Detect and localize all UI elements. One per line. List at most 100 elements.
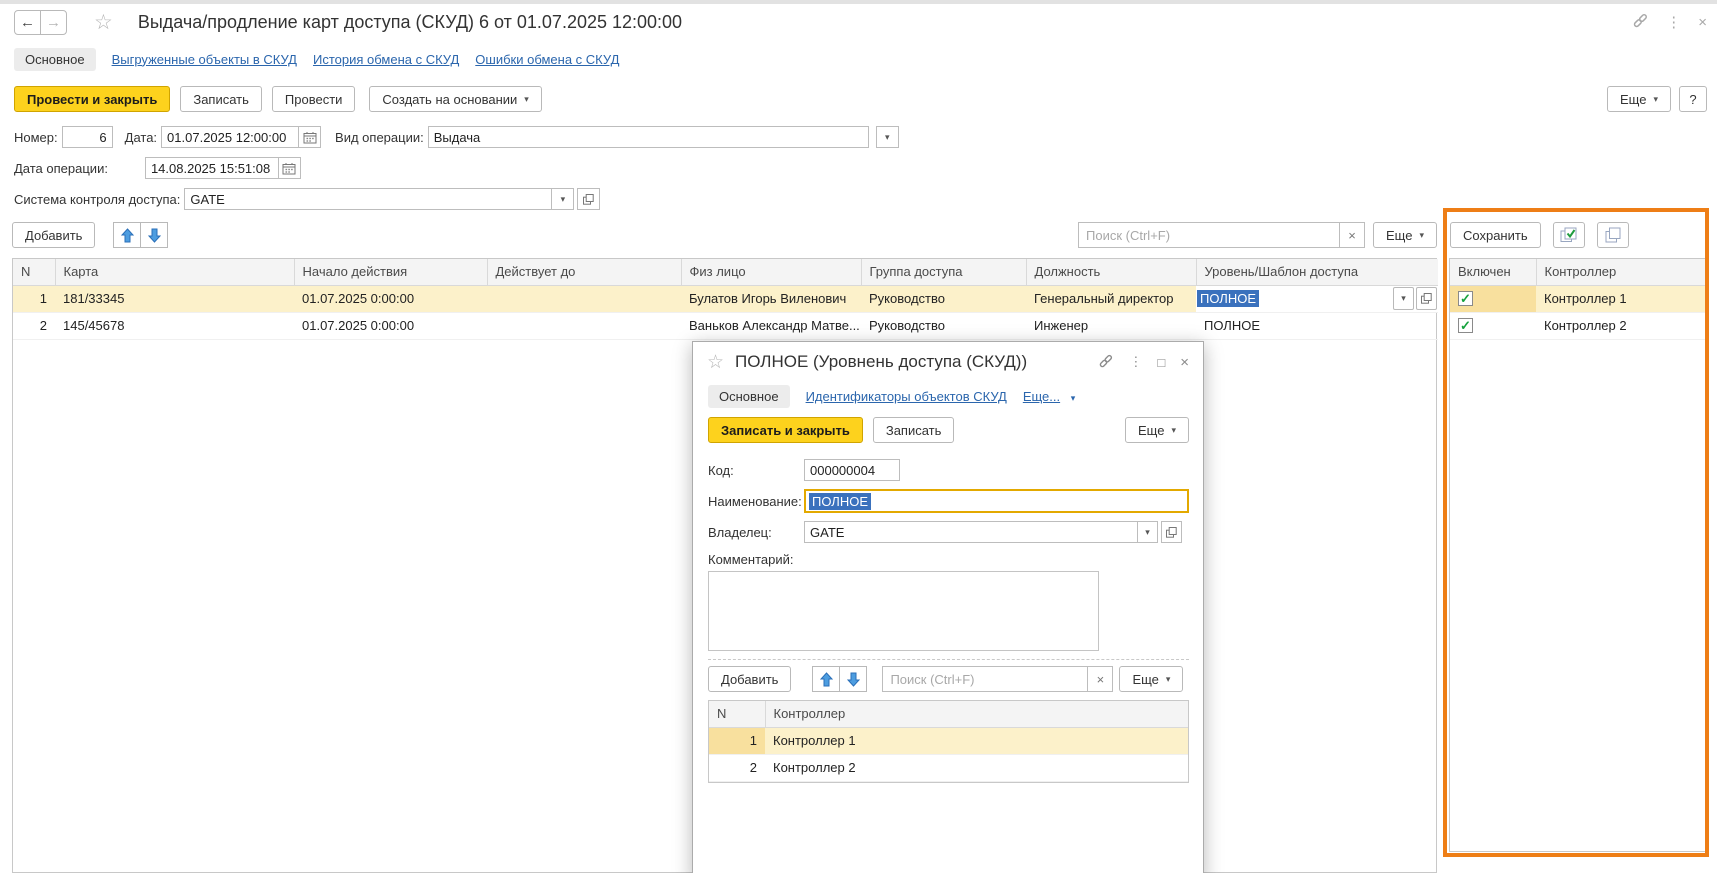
- forward-button[interactable]: →: [40, 10, 67, 35]
- dialog-tab-more[interactable]: Еще... ▾: [1023, 389, 1075, 404]
- table-row[interactable]: ✓ Контроллер 2: [1450, 312, 1706, 339]
- chevron-down-icon: ▾: [1401, 294, 1406, 303]
- favorite-star-icon[interactable]: ☆: [707, 351, 724, 374]
- dialog-add-row-button[interactable]: Добавить: [708, 666, 791, 692]
- col-until: Действует до: [487, 259, 681, 285]
- col-position: Должность: [1026, 259, 1196, 285]
- operation-date-label: Дата операции:: [14, 161, 108, 176]
- comment-textarea[interactable]: [708, 571, 1099, 651]
- dialog-controllers-table: N Контроллер 1 Контроллер 1 2 Контроллер…: [708, 700, 1189, 783]
- tab-link-exchange-history[interactable]: История обмена с СКУД: [313, 52, 459, 67]
- get-link-icon[interactable]: [1632, 12, 1649, 32]
- tab-main[interactable]: Основное: [14, 48, 96, 71]
- dialog-tab-identifiers[interactable]: Идентификаторы объектов СКУД: [806, 389, 1007, 404]
- operation-date-calendar-button[interactable]: [278, 157, 301, 179]
- controllers-toolbar: Сохранить: [1450, 222, 1629, 248]
- chevron-down-icon: ▾: [1171, 426, 1176, 435]
- check-all-icon: [1560, 227, 1577, 243]
- table-row[interactable]: 2 145/45678 01.07.2025 0:00:00 Ваньков А…: [13, 312, 1438, 339]
- comment-label: Комментарий:: [708, 552, 794, 567]
- move-up-button[interactable]: [113, 222, 141, 248]
- dialog-more-button[interactable]: Еще ▾: [1125, 417, 1189, 443]
- maximize-icon[interactable]: □: [1157, 355, 1165, 370]
- write-button[interactable]: Записать: [180, 86, 262, 112]
- post-and-close-button[interactable]: Провести и закрыть: [14, 86, 170, 112]
- back-button[interactable]: ←: [14, 10, 41, 35]
- acs-open-button[interactable]: [577, 188, 600, 210]
- level-editor-cell[interactable]: ПОЛНОЕ ▾: [1196, 285, 1438, 312]
- dialog-window-controls: ⋮ □ ×: [1098, 353, 1189, 372]
- code-field[interactable]: 000000004: [804, 459, 900, 481]
- acs-field[interactable]: GATE: [184, 188, 552, 210]
- operation-kind-dropdown-button[interactable]: ▾: [876, 126, 899, 148]
- move-down-button[interactable]: [140, 222, 168, 248]
- close-dialog-icon[interactable]: ×: [1180, 354, 1189, 371]
- controllers-table: Включен Контроллер ✓ Контроллер 1 ✓ Конт…: [1449, 258, 1707, 852]
- dialog-move-down-button[interactable]: [839, 666, 867, 692]
- uncheck-all-button[interactable]: [1597, 222, 1629, 248]
- chevron-down-icon: ▾: [1653, 95, 1658, 104]
- more-menu-icon[interactable]: ⋮: [1666, 13, 1681, 31]
- table-row[interactable]: ✓ Контроллер 1: [1450, 285, 1706, 312]
- owner-label: Владелец:: [708, 525, 804, 540]
- check-all-button[interactable]: [1553, 222, 1585, 248]
- chevron-down-icon: ▾: [885, 133, 890, 142]
- table-row[interactable]: 2 Контроллер 2: [709, 754, 1188, 781]
- create-based-on-button[interactable]: Создать на основании ▾: [369, 86, 541, 112]
- arrow-up-icon: [820, 672, 833, 687]
- search-input[interactable]: Поиск (Ctrl+F): [1078, 222, 1340, 248]
- date-field[interactable]: 01.07.2025 12:00:00: [161, 126, 299, 148]
- dialog-write-button[interactable]: Записать: [873, 417, 955, 443]
- enabled-cell[interactable]: ✓: [1450, 312, 1536, 339]
- access-level-dialog: ☆ ПОЛНОЕ (Уровнень доступа (СКУД)) ⋮ □ ×…: [692, 341, 1204, 873]
- owner-open-button[interactable]: [1161, 521, 1182, 543]
- help-button[interactable]: ?: [1679, 86, 1707, 112]
- more-button[interactable]: Еще ▾: [1607, 86, 1671, 112]
- checkbox-checked[interactable]: ✓: [1458, 318, 1473, 333]
- table-row[interactable]: 1 181/33345 01.07.2025 0:00:00 Булатов И…: [13, 285, 1438, 312]
- operation-kind-label: Вид операции:: [335, 130, 424, 145]
- dialog-move-up-button[interactable]: [812, 666, 840, 692]
- dialog-table-more-button[interactable]: Еще ▾: [1119, 666, 1183, 692]
- cards-more-button[interactable]: Еще ▾: [1373, 222, 1437, 248]
- more-menu-icon[interactable]: ⋮: [1129, 354, 1142, 370]
- open-icon: [1166, 527, 1177, 538]
- tab-link-unloaded-objects[interactable]: Выгруженные объекты в СКУД: [112, 52, 297, 67]
- tab-link-exchange-errors[interactable]: Ошибки обмена с СКУД: [475, 52, 619, 67]
- add-row-button[interactable]: Добавить: [12, 222, 95, 248]
- owner-field[interactable]: GATE: [804, 521, 1138, 543]
- operation-kind-field[interactable]: Выдача: [428, 126, 869, 148]
- operation-date-field[interactable]: 14.08.2025 15:51:08: [145, 157, 279, 179]
- col-person: Физ лицо: [681, 259, 861, 285]
- calendar-icon: [303, 131, 317, 144]
- calendar-icon: [282, 162, 296, 175]
- dialog-nav-tabs: Основное Идентификаторы объектов СКУД Ещ…: [693, 382, 1203, 410]
- get-link-icon[interactable]: [1098, 353, 1114, 372]
- post-button[interactable]: Провести: [272, 86, 356, 112]
- save-button[interactable]: Сохранить: [1450, 222, 1541, 248]
- enabled-cell[interactable]: ✓: [1450, 285, 1536, 312]
- favorite-star-icon[interactable]: ☆: [94, 10, 113, 35]
- arrow-up-icon: [121, 228, 134, 243]
- dialog-controllers-header-row: N Контроллер: [709, 701, 1188, 727]
- arrow-down-icon: [847, 672, 860, 687]
- number-field[interactable]: 6: [62, 126, 113, 148]
- table-row[interactable]: 1 Контроллер 1: [709, 727, 1188, 754]
- dialog-search-input[interactable]: Поиск (Ctrl+F): [882, 666, 1088, 692]
- dialog-tab-main[interactable]: Основное: [708, 385, 790, 408]
- date-calendar-button[interactable]: [298, 126, 321, 148]
- acs-dropdown-button[interactable]: ▾: [551, 188, 574, 210]
- dialog-controllers-toolbar: Добавить Поиск (Ctrl+F) × Еще ▾: [693, 660, 1203, 692]
- search-clear-button[interactable]: ×: [1339, 222, 1365, 248]
- level-open-button[interactable]: [1416, 287, 1437, 310]
- save-and-close-button[interactable]: Записать и закрыть: [708, 417, 863, 443]
- owner-dropdown-button[interactable]: ▾: [1137, 521, 1158, 543]
- close-window-icon[interactable]: ×: [1698, 14, 1707, 31]
- name-field[interactable]: ПОЛНОЕ: [804, 489, 1189, 513]
- history-nav: ← →: [14, 10, 67, 35]
- level-dropdown-button[interactable]: ▾: [1393, 287, 1414, 310]
- arrow-down-icon: [148, 228, 161, 243]
- col-level: Уровень/Шаблон доступа: [1196, 259, 1438, 285]
- checkbox-checked[interactable]: ✓: [1458, 291, 1473, 306]
- dialog-search-clear-button[interactable]: ×: [1087, 666, 1113, 692]
